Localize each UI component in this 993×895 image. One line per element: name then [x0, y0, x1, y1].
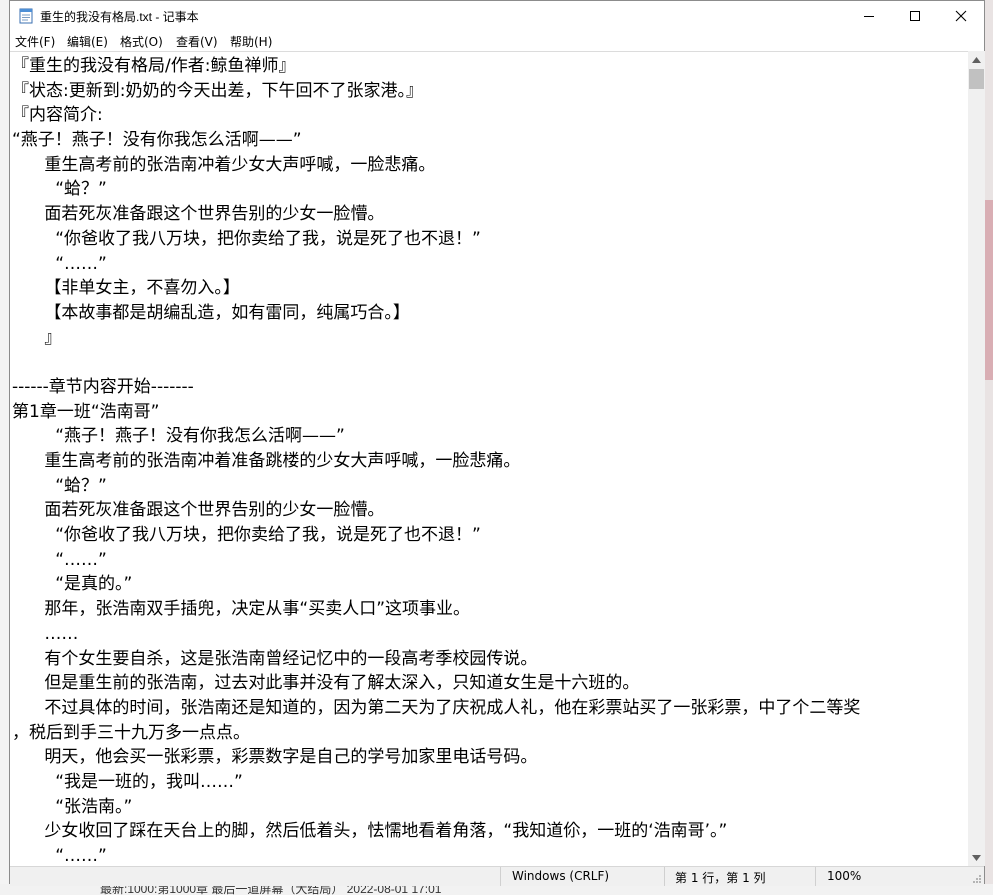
text-line[interactable]: 面若死灰准备跟这个世界告别的少女一脸懵。	[12, 202, 968, 227]
text-line[interactable]: “燕子！燕子！没有你我怎么活啊——”	[12, 128, 968, 153]
chevron-down-icon	[972, 854, 981, 861]
status-bar: Windows (CRLF) 第 1 行，第 1 列 100%	[10, 866, 984, 886]
desktop-background-left	[0, 0, 9, 895]
text-line[interactable]: ------章节内容开始-------	[12, 375, 968, 400]
text-line[interactable]: 但是重生前的张浩南，过去对此事并没有了解太深入，只知道女生是十六班的。	[12, 671, 968, 696]
scroll-up-button[interactable]	[968, 51, 985, 68]
scrollbar-thumb[interactable]	[969, 69, 984, 89]
text-line[interactable]: “燕子！燕子！没有你我怎么活啊——”	[12, 424, 968, 449]
menu-view[interactable]: 查看(V)	[176, 33, 218, 50]
text-line[interactable]: “是真的。”	[12, 572, 968, 597]
text-line[interactable]: “我是一班的，我叫……”	[12, 770, 968, 795]
vertical-scrollbar[interactable]	[968, 51, 985, 866]
text-line[interactable]: 【非单女主，不喜勿入。】	[12, 276, 968, 301]
resize-grip-icon[interactable]	[972, 874, 982, 884]
notepad-icon	[19, 8, 33, 24]
text-line[interactable]: “……”	[12, 252, 968, 277]
text-line[interactable]: 面若死灰准备跟这个世界告别的少女一脸懵。	[12, 498, 968, 523]
text-editor[interactable]: 『重生的我没有格局/作者:鲸鱼禅师』 『状态:更新到:奶奶的今天出差，下午回不了张…	[10, 51, 968, 867]
close-icon	[955, 10, 967, 22]
text-line[interactable]: “你爸收了我八万块，把你卖给了我，说是死了也不退！”	[12, 523, 968, 548]
text-line[interactable]: 重生高考前的张浩南冲着准备跳楼的少女大声呼喊，一脸悲痛。	[12, 449, 968, 474]
text-line[interactable]: 『状态:更新到:奶奶的今天出差，下午回不了张家港。』	[12, 79, 968, 104]
window-title: 重生的我没有格局.txt - 记事本	[40, 10, 199, 24]
menu-bar: 文件(F) 编辑(E) 格式(O) 查看(V) 帮助(H)	[10, 31, 984, 51]
text-line[interactable]: “……”	[12, 548, 968, 573]
text-line[interactable]: 『内容简介:	[12, 103, 968, 128]
desktop-background-right	[985, 0, 993, 895]
text-line[interactable]: 『重生的我没有格局/作者:鲸鱼禅师』	[12, 54, 968, 79]
text-line[interactable]	[12, 350, 968, 375]
text-line[interactable]: 』	[12, 326, 968, 351]
maximize-icon	[910, 11, 920, 21]
text-line[interactable]: ，税后到手三十九万多一点点。	[12, 721, 968, 746]
chevron-up-icon	[972, 56, 981, 63]
text-line[interactable]: “你爸收了我八万块，把你卖给了我，说是死了也不退！”	[12, 227, 968, 252]
text-line[interactable]: ……	[12, 622, 968, 647]
status-encoding: Windows (CRLF)	[512, 869, 610, 883]
text-line[interactable]: 不过具体的时间，张浩南还是知道的，因为第二天为了庆祝成人礼，他在彩票站买了一张彩…	[12, 696, 968, 721]
title-bar[interactable]: 重生的我没有格局.txt - 记事本	[10, 1, 984, 31]
text-line[interactable]: “蛤？”	[12, 177, 968, 202]
status-divider	[500, 867, 501, 886]
text-line[interactable]: “张浩南。”	[12, 795, 968, 820]
text-line[interactable]: 第1章一班“浩南哥”	[12, 400, 968, 425]
text-line[interactable]: 明天，他会买一张彩票，彩票数字是自己的学号加家里电话号码。	[12, 745, 968, 770]
menu-help[interactable]: 帮助(H)	[230, 33, 272, 50]
text-line[interactable]: 有个女生要自杀，这是张浩南曾经记忆中的一段高考季校园传说。	[12, 647, 968, 672]
close-button[interactable]	[938, 1, 984, 31]
minimize-button[interactable]	[846, 1, 892, 31]
status-cursor-position: 第 1 行，第 1 列	[675, 871, 766, 885]
background-image-fragment	[985, 200, 993, 380]
menu-edit[interactable]: 编辑(E)	[67, 33, 108, 50]
document-text[interactable]: 『重生的我没有格局/作者:鲸鱼禅师』 『状态:更新到:奶奶的今天出差，下午回不了张…	[12, 54, 968, 867]
scroll-down-button[interactable]	[968, 849, 985, 866]
text-line[interactable]: “……”	[12, 844, 968, 867]
text-line[interactable]: 重生高考前的张浩南冲着少女大声呼喊，一脸悲痛。	[12, 153, 968, 178]
minimize-icon	[864, 16, 874, 17]
text-line[interactable]: 那年，张浩南双手插兜，决定从事“买卖人口”这项事业。	[12, 597, 968, 622]
menu-file[interactable]: 文件(F)	[15, 33, 55, 50]
text-line[interactable]: 少女收回了踩在天台上的脚，然后低着头，怯懦地看着角落，“我知道伱，一班的‘浩南哥…	[12, 819, 968, 844]
text-line[interactable]: 【本故事都是胡编乱造，如有雷同，纯属巧合。】	[12, 301, 968, 326]
status-divider	[815, 867, 816, 886]
notepad-window: 重生的我没有格局.txt - 记事本 文件(F) 编辑(E) 格式(O) 查看(…	[9, 0, 985, 886]
menu-format[interactable]: 格式(O)	[120, 33, 163, 50]
status-divider	[664, 867, 665, 886]
maximize-button[interactable]	[892, 1, 938, 31]
text-line[interactable]: “蛤？”	[12, 474, 968, 499]
status-zoom: 100%	[827, 869, 862, 883]
